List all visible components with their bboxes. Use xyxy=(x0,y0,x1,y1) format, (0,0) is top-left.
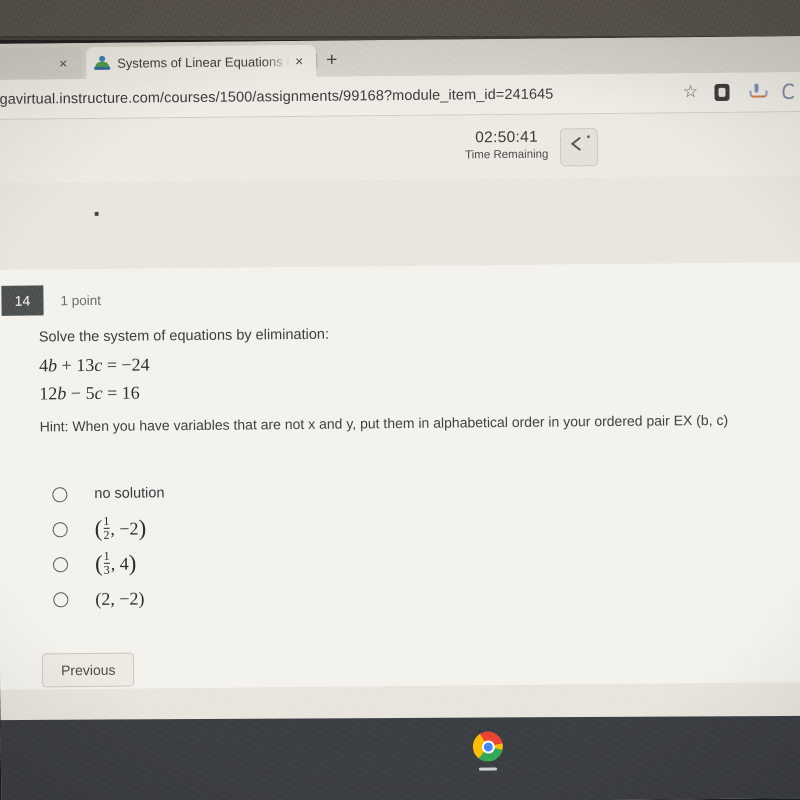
answer-choice-label: ( 1 2 , −2 ) xyxy=(94,513,147,543)
answer-choice-list: no solution ( 1 2 , −2) (1 3 , 4) (2,… xyxy=(40,470,800,617)
coefficient: 12 xyxy=(39,383,58,404)
screen-speck xyxy=(94,211,99,216)
operator: − xyxy=(70,383,82,404)
previous-button[interactable]: Previous xyxy=(41,652,135,688)
answer-choice-label: no solution xyxy=(94,485,165,503)
right-hand-side: −24 xyxy=(121,354,150,375)
operator: + xyxy=(61,354,72,376)
timer-widget: 02:50:41 Time Remaining xyxy=(465,128,599,167)
coefficient: 4 xyxy=(39,355,49,376)
tab-title: tions Po xyxy=(0,56,54,72)
close-paren: ) xyxy=(138,515,147,541)
timer-text: 02:50:41 Time Remaining xyxy=(465,128,549,162)
extension-icon[interactable] xyxy=(714,82,734,102)
variable: c xyxy=(94,354,103,375)
browser-toolbar-icons: ☆ xyxy=(680,81,800,102)
radio-button[interactable] xyxy=(52,521,68,537)
url-text[interactable]: gavirtual.instructure.com/courses/1500/a… xyxy=(0,87,554,108)
time-remaining-value: 02:50:41 xyxy=(475,128,539,147)
question-header: 14 1 point xyxy=(0,262,800,316)
os-taskbar xyxy=(0,715,800,800)
radio-button[interactable] xyxy=(52,486,68,502)
time-remaining-label: Time Remaining xyxy=(465,148,549,162)
question-number: 14 xyxy=(1,285,44,316)
coefficient: 13 xyxy=(76,354,95,375)
extension-icon[interactable] xyxy=(782,81,800,101)
numerator: 1 xyxy=(103,513,110,528)
tab-separator xyxy=(316,52,318,69)
variable: b xyxy=(48,355,58,376)
right-hand-side: 16 xyxy=(121,382,140,403)
photo-of-laptop-screen: tions Po × Systems of Linear Equations P… xyxy=(0,0,800,800)
open-paren: ( xyxy=(94,515,103,541)
question-prompt: Solve the system of equations by elimina… xyxy=(38,326,330,346)
taskbar-active-indicator xyxy=(478,767,497,771)
quiz-timer-bar: 02:50:41 Time Remaining xyxy=(0,112,800,185)
equation-2: 12b − 5c = 16 xyxy=(39,374,800,406)
numerator: 1 xyxy=(103,548,110,563)
close-paren: ) xyxy=(128,550,137,576)
equation-1: 4b + 13c = −24 xyxy=(39,346,800,378)
quiz-page: 02:50:41 Time Remaining 14 1 point Solve… xyxy=(0,112,800,800)
radio-button[interactable] xyxy=(52,556,69,572)
denominator: 3 xyxy=(103,562,110,577)
bookmark-star-icon[interactable]: ☆ xyxy=(680,82,700,102)
question-card: 14 1 point Solve the system of equations… xyxy=(0,262,800,690)
fraction: 1 3 xyxy=(103,548,110,577)
second-coordinate: −2 xyxy=(119,518,139,539)
equals-sign: = xyxy=(106,354,118,375)
comma: , xyxy=(110,553,120,574)
extension-icon[interactable] xyxy=(748,81,768,101)
variable: c xyxy=(94,382,103,403)
page-spacer xyxy=(0,176,800,270)
coefficient: 5 xyxy=(85,382,95,404)
collapse-timer-button[interactable] xyxy=(560,128,599,167)
open-paren: ( xyxy=(94,550,103,576)
comma: , xyxy=(110,518,120,539)
chevron-left-icon xyxy=(571,136,589,151)
answer-choice-label: (2, −2) xyxy=(95,588,145,609)
canvas-favicon-icon xyxy=(94,55,111,71)
question-hint: Hint: When you have variables that are n… xyxy=(39,412,729,435)
radio-button[interactable] xyxy=(53,591,69,607)
question-body: Solve the system of equations by elimina… xyxy=(0,308,800,688)
fraction: 1 2 xyxy=(103,513,110,542)
equals-sign: = xyxy=(106,382,118,403)
laptop-screen: tions Po × Systems of Linear Equations P… xyxy=(0,36,800,800)
denominator: 2 xyxy=(103,527,110,542)
quiz-nav: Previous xyxy=(41,610,800,688)
browser-tab-active[interactable]: Systems of Linear Equations Po × xyxy=(86,44,317,80)
screen-glare xyxy=(0,0,800,40)
indicator-dot-icon xyxy=(587,135,591,139)
second-coordinate: 4 xyxy=(119,553,129,574)
browser-tab-background[interactable]: tions Po × xyxy=(0,47,83,81)
chrome-icon[interactable] xyxy=(472,731,503,762)
tab-title: Systems of Linear Equations Po xyxy=(117,53,291,71)
variable: b xyxy=(57,383,67,404)
new-tab-button[interactable]: + xyxy=(326,50,337,71)
question-points: 1 point xyxy=(60,292,102,308)
answer-choice-label: ( 1 3 , 4 ) xyxy=(94,548,137,578)
close-icon[interactable]: × xyxy=(54,55,72,71)
close-icon[interactable]: × xyxy=(290,53,308,69)
